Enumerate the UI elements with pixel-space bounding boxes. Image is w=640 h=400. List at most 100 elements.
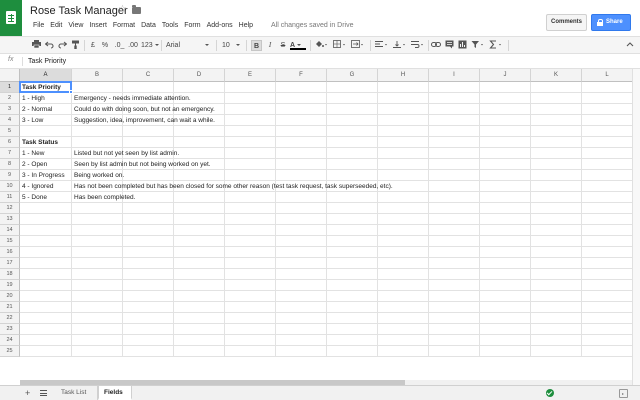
row-header-18[interactable]: 18 [0,269,20,280]
share-button[interactable]: Share [591,14,631,31]
column-header-a[interactable]: A [20,69,72,82]
cell-a7[interactable]: 1 - New [20,148,44,159]
explore-icon[interactable] [619,389,628,398]
row-header-3[interactable]: 3 [0,104,20,115]
column-header-i[interactable]: I [429,69,480,82]
text-color-button[interactable]: A [290,40,306,50]
cell-b3[interactable]: Could do with doing soon, but not an eme… [72,104,215,115]
cell-b2[interactable]: Emergency - needs immediate attention. [72,93,191,104]
print-icon[interactable] [31,40,41,51]
cell-b9[interactable]: Being worked on. [72,170,124,181]
row-header-5[interactable]: 5 [0,126,20,137]
text-wrap-icon[interactable] [410,40,426,51]
column-header-f[interactable]: F [276,69,327,82]
cell-b10[interactable]: Has not been completed but has been clos… [72,181,393,192]
borders-icon[interactable] [332,40,348,51]
formula-input[interactable]: Task Priority [28,57,66,66]
menu-item-file[interactable]: File [30,21,47,31]
cell-a2[interactable]: 1 - High [20,93,45,104]
column-header-l[interactable]: L [582,69,632,82]
font-family-select[interactable]: Arial [166,40,214,51]
row-header-16[interactable]: 16 [0,247,20,258]
decrease-decimal-button[interactable]: .0_ [113,40,126,51]
vertical-align-icon[interactable] [392,40,408,51]
strikethrough-button[interactable]: S [278,40,288,51]
add-sheet-button[interactable]: + [25,388,30,398]
cell-a8[interactable]: 2 - Open [20,159,47,170]
functions-icon[interactable] [488,40,504,51]
column-header-k[interactable]: K [531,69,582,82]
document-title[interactable]: Rose Task Manager [30,5,128,17]
cell-a1[interactable]: Task Priority [20,82,61,93]
sheets-logo-icon[interactable] [0,0,22,36]
italic-button[interactable]: I [265,40,275,51]
row-header-8[interactable]: 8 [0,159,20,170]
row-header-13[interactable]: 13 [0,214,20,225]
cell-a10[interactable]: 4 - Ignored [20,181,53,192]
cell-a6[interactable]: Task Status [20,137,58,148]
star-icon[interactable]: ☆ [118,4,127,15]
row-header-14[interactable]: 14 [0,225,20,236]
row-header-22[interactable]: 22 [0,313,20,324]
fill-color-icon[interactable] [314,40,330,51]
more-formats-button[interactable]: 123 [141,40,159,51]
row-header-21[interactable]: 21 [0,302,20,313]
currency-format-button[interactable]: £ [89,40,97,51]
column-header-j[interactable]: J [480,69,531,82]
vertical-scrollbar[interactable] [632,69,640,385]
menu-item-form[interactable]: Form [181,21,203,31]
row-header-25[interactable]: 25 [0,346,20,357]
row-header-4[interactable]: 4 [0,115,20,126]
cell-b8[interactable]: Seen by list admin but not being worked … [72,159,211,170]
row-header-11[interactable]: 11 [0,192,20,203]
row-header-10[interactable]: 10 [0,181,20,192]
save-status[interactable]: All changes saved in Drive [271,21,354,31]
cell-b4[interactable]: Suggestion, idea, improvement, can wait … [72,115,215,126]
insert-chart-icon[interactable] [457,40,467,51]
menu-item-format[interactable]: Format [110,21,138,31]
row-header-9[interactable]: 9 [0,170,20,181]
row-header-2[interactable]: 2 [0,93,20,104]
undo-icon[interactable] [44,40,54,51]
cell-a9[interactable]: 3 - In Progress [20,170,65,181]
row-header-12[interactable]: 12 [0,203,20,214]
folder-icon[interactable] [132,5,141,14]
menu-item-edit[interactable]: Edit [47,21,65,31]
menu-item-insert[interactable]: Insert [86,21,110,31]
bold-button[interactable]: B [251,40,262,51]
percent-format-button[interactable]: % [101,40,109,51]
row-header-17[interactable]: 17 [0,258,20,269]
row-header-24[interactable]: 24 [0,335,20,346]
menu-item-add-ons[interactable]: Add-ons [204,21,236,31]
column-header-c[interactable]: C [123,69,174,82]
merge-cells-icon[interactable] [350,40,366,51]
fill-handle[interactable] [69,90,73,94]
comments-button[interactable]: Comments [546,14,587,31]
sheet-tab-fields[interactable]: Fields [98,386,132,400]
row-header-6[interactable]: 6 [0,137,20,148]
column-header-d[interactable]: D [174,69,225,82]
column-header-b[interactable]: B [72,69,123,82]
column-header-h[interactable]: H [378,69,429,82]
all-sheets-menu-icon[interactable] [40,390,47,396]
horizontal-align-icon[interactable] [374,40,390,51]
sheet-tab-task-list[interactable]: Task List [56,386,98,400]
collapse-toolbar-icon[interactable] [626,40,634,51]
cell-a11[interactable]: 5 - Done [20,192,47,203]
cell-b7[interactable]: Listed but not yet seen by list admin. [72,148,179,159]
column-header-e[interactable]: E [225,69,276,82]
row-header-7[interactable]: 7 [0,148,20,159]
font-size-select[interactable]: 10 [222,40,242,51]
redo-icon[interactable] [57,40,67,51]
cell-a3[interactable]: 2 - Normal [20,104,52,115]
filter-icon[interactable] [470,40,486,51]
menu-item-view[interactable]: View [65,21,86,31]
select-all-corner[interactable] [0,69,20,82]
cell-a4[interactable]: 3 - Low [20,115,43,126]
row-header-23[interactable]: 23 [0,324,20,335]
menu-item-tools[interactable]: Tools [159,21,181,31]
spreadsheet-grid[interactable]: A B C D E F G H I J K L 1 2 3 4 5 6 7 8 9 10 11 12 13 14 15 16 17 18 1… [0,69,632,385]
insert-link-icon[interactable] [431,40,441,51]
menu-item-data[interactable]: Data [138,21,159,31]
cell-b11[interactable]: Has been completed. [72,192,135,203]
